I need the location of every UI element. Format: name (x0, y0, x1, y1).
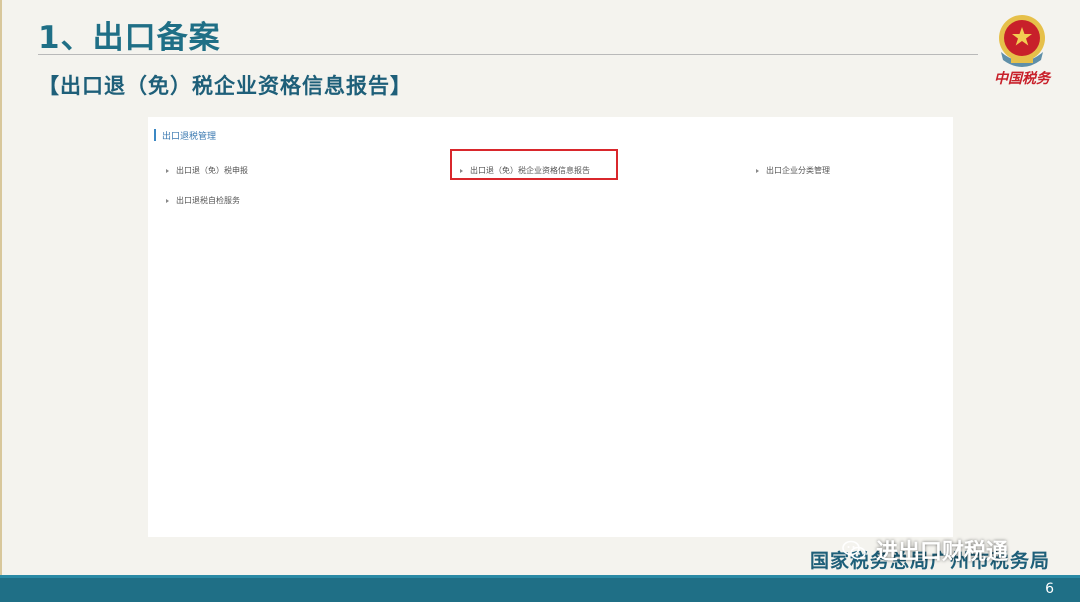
title-divider (38, 54, 978, 55)
wechat-icon (842, 540, 866, 560)
footer-accent-line (0, 575, 1080, 578)
triangle-right-icon (166, 198, 169, 203)
section-header: 出口退税管理 (154, 128, 216, 142)
section-title: 出口退税管理 (162, 131, 217, 142)
watermark: 进出口财税通 (842, 534, 1008, 566)
menu-item-self-check-service[interactable]: 出口退税自检服务 (166, 195, 240, 206)
slide-subtitle: 【出口退（免）税企业资格信息报告】 (38, 74, 412, 98)
menu-item-label: 出口退税自检服务 (176, 196, 240, 205)
highlight-box (450, 149, 618, 180)
menu-item-enterprise-classification[interactable]: 出口企业分类管理 (756, 165, 830, 176)
screenshot-panel: 出口退税管理 出口退（免）税申报 出口退（免）税企业资格信息报告 出口企业分类管… (148, 117, 953, 537)
menu-item-export-tax-declaration[interactable]: 出口退（免）税申报 (166, 165, 248, 176)
emblem-caption: 中国税务 (994, 71, 1050, 87)
slide-left-border (0, 0, 2, 575)
watermark-text: 进出口财税通 (876, 540, 1009, 565)
menu-item-label: 出口退（免）税申报 (176, 166, 248, 175)
footer-bar: 6 (0, 575, 1080, 602)
triangle-right-icon (166, 168, 169, 173)
triangle-right-icon (756, 168, 759, 173)
section-accent-bar (154, 129, 156, 141)
slide-title: 1、出口备案 (38, 20, 221, 56)
page-number: 6 (1045, 581, 1054, 597)
menu-item-label: 出口企业分类管理 (766, 166, 830, 175)
